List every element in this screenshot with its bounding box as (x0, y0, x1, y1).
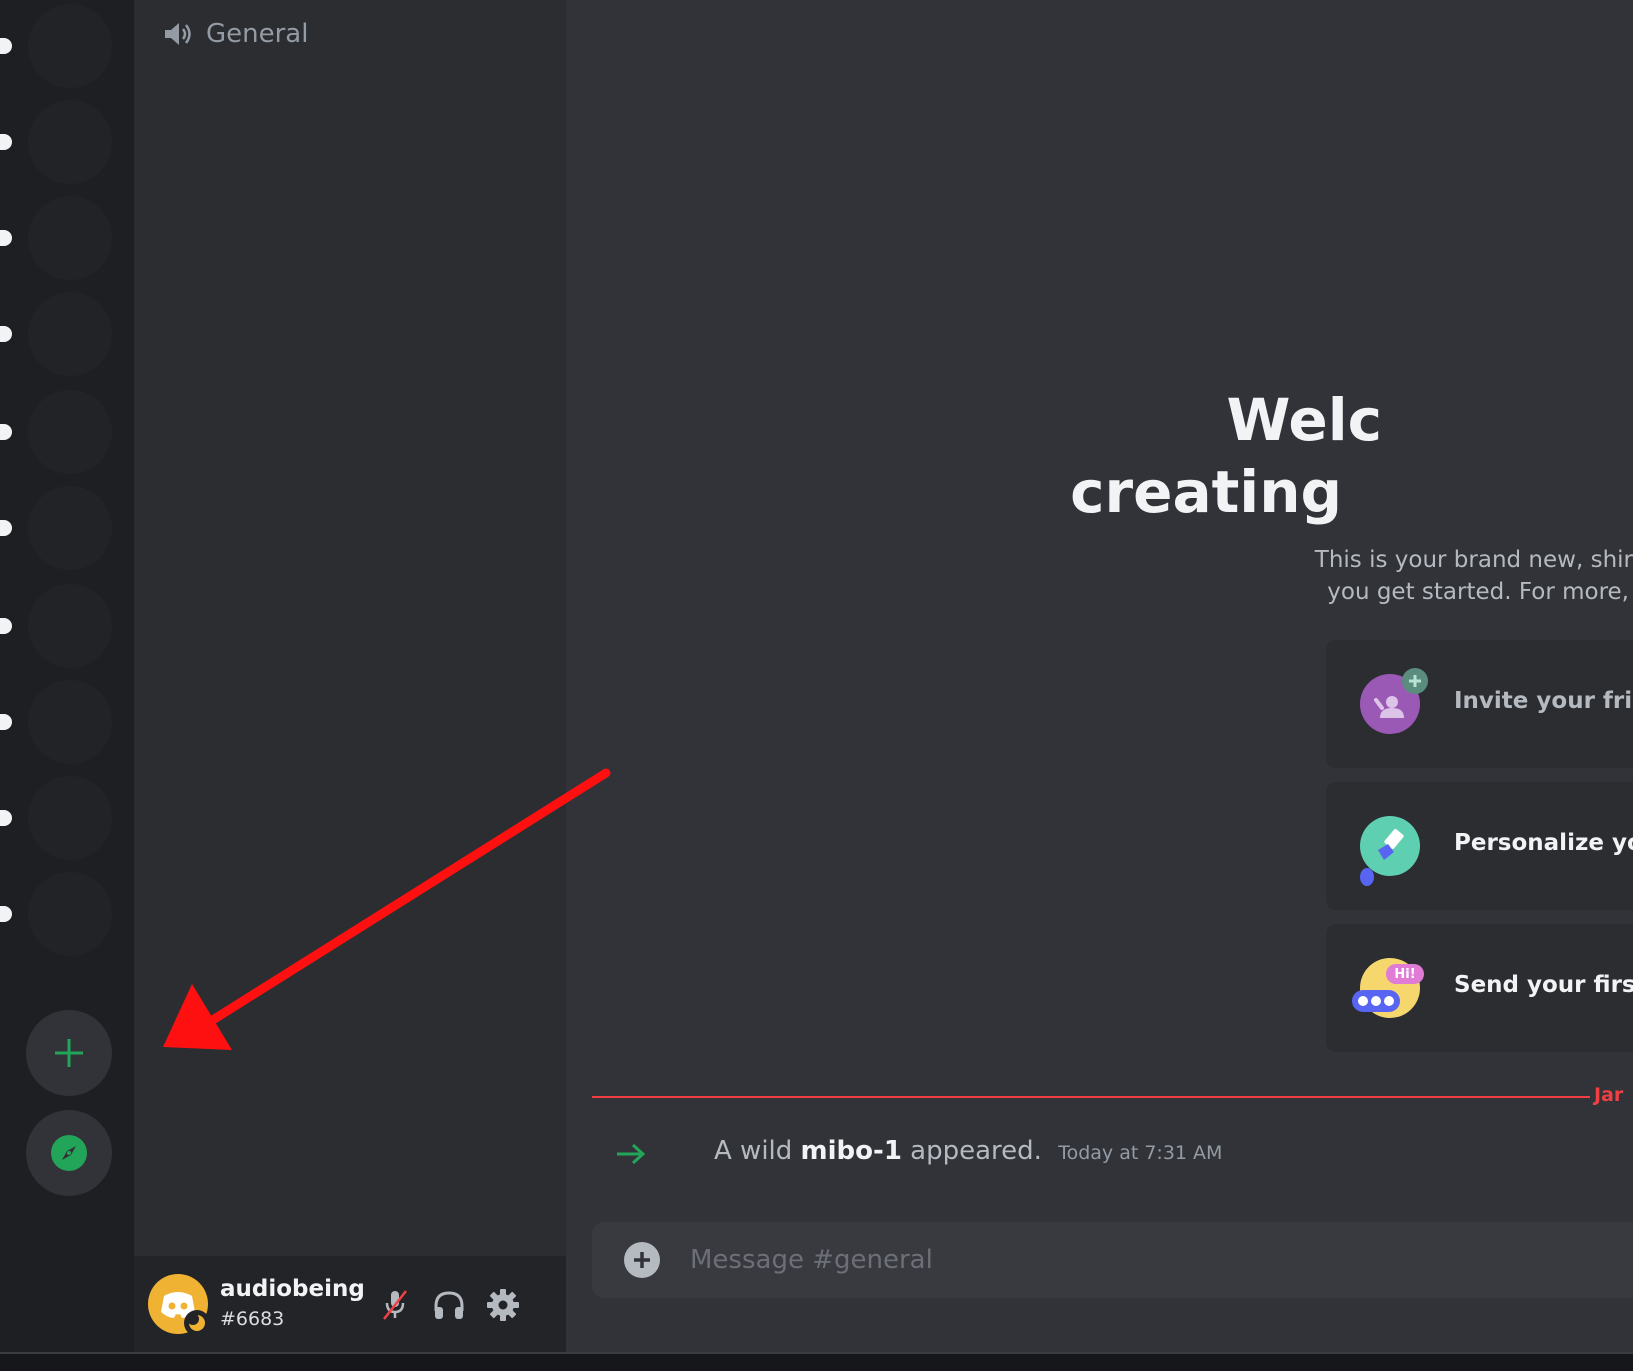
headphones-icon (434, 1291, 464, 1319)
welcome-title-line: Welc (1226, 386, 1382, 454)
welcome-title-line: creating (1070, 458, 1342, 526)
divider-date: Jar (1594, 1084, 1624, 1106)
moon-icon (188, 1314, 205, 1331)
server-icon[interactable] (28, 196, 112, 280)
server-icon[interactable] (28, 680, 112, 764)
hi-bubble-icon: Hi! (1386, 964, 1424, 984)
server-unread-pip (0, 424, 12, 440)
server-unread-pip (0, 618, 12, 634)
add-server-button[interactable] (26, 1010, 112, 1096)
explore-compass-icon (51, 1135, 87, 1171)
paint-drop-icon (1360, 868, 1374, 886)
joined-username[interactable]: mibo-1 (801, 1136, 902, 1166)
welcome-desc-line: This is your brand new, shir (1314, 547, 1633, 573)
card-label: Invite your frienc (1454, 688, 1633, 714)
server-unread-pip (0, 906, 12, 922)
server-unread-pip (0, 230, 12, 246)
user-tag: #6683 (220, 1308, 285, 1330)
welcome-description: This is your brand new, shir you get sta… (606, 544, 1633, 608)
personalize-server-card[interactable]: Personalize your (1326, 782, 1633, 910)
message-input[interactable] (690, 1240, 1590, 1280)
paintbrush-icon (1360, 816, 1420, 876)
welcome-title: Welc creating (582, 384, 1382, 528)
message-composer (592, 1222, 1633, 1298)
user-settings-button[interactable] (478, 1280, 528, 1330)
user-panel: audiobeing #6683 (134, 1256, 566, 1352)
server-unread-pip (0, 134, 12, 150)
new-messages-divider (592, 1096, 1590, 1098)
server-unread-pip (0, 810, 12, 826)
server-unread-pip (0, 520, 12, 536)
server-icon[interactable] (28, 776, 112, 860)
server-unread-pip (0, 38, 12, 54)
plus-badge-icon (1402, 668, 1428, 694)
settings-gear-icon (487, 1289, 519, 1321)
server-icon[interactable] (28, 4, 112, 88)
welcome-desc-line: you get started. For more, (1327, 579, 1629, 605)
discord-app: General audiobeing #6683 Welc creating T… (0, 0, 1633, 1371)
card-label: Personalize your (1454, 830, 1633, 856)
idle-status-badge (184, 1310, 210, 1336)
window-bottom-edge (0, 1352, 1633, 1371)
server-unread-pip (0, 326, 12, 342)
channel-name: General (206, 19, 309, 49)
first-message-card[interactable]: Hi! Send your first m (1326, 924, 1633, 1052)
system-message-suffix: appeared. (910, 1136, 1042, 1166)
voice-channel-general[interactable]: General (162, 14, 308, 54)
join-arrow-icon (617, 1143, 646, 1165)
server-icon[interactable] (28, 584, 112, 668)
attach-button[interactable] (624, 1242, 660, 1278)
message-timestamp: Today at 7:31 AM (1058, 1142, 1223, 1164)
plus-circle-icon (634, 1252, 650, 1268)
mute-button[interactable] (370, 1280, 420, 1330)
server-rail (0, 0, 134, 1352)
server-icon[interactable] (28, 486, 112, 570)
system-join-message: A wild mibo-1 appeared. Today at 7:31 AM (592, 1134, 1632, 1182)
server-unread-pip (0, 714, 12, 730)
system-message-text: A wild mibo-1 appeared. Today at 7:31 AM (714, 1136, 1222, 1166)
typing-bubble-icon (1352, 990, 1400, 1012)
deafen-button[interactable] (424, 1280, 474, 1330)
speaker-icon (165, 23, 191, 45)
username: audiobeing (220, 1276, 365, 1302)
add-server-icon (55, 1039, 83, 1067)
server-icon[interactable] (28, 292, 112, 376)
mute-mic-icon (383, 1290, 407, 1320)
server-icon[interactable] (28, 872, 112, 956)
card-label: Send your first m (1454, 972, 1633, 998)
system-message-prefix: A wild (714, 1136, 793, 1166)
channel-sidebar: General (134, 0, 566, 1352)
server-icon[interactable] (28, 100, 112, 184)
invite-friends-card[interactable]: Invite your frienc (1326, 640, 1633, 768)
explore-servers-button[interactable] (26, 1110, 112, 1196)
server-icon[interactable] (28, 390, 112, 474)
chat-area: Welc creating This is your brand new, sh… (566, 0, 1633, 1352)
